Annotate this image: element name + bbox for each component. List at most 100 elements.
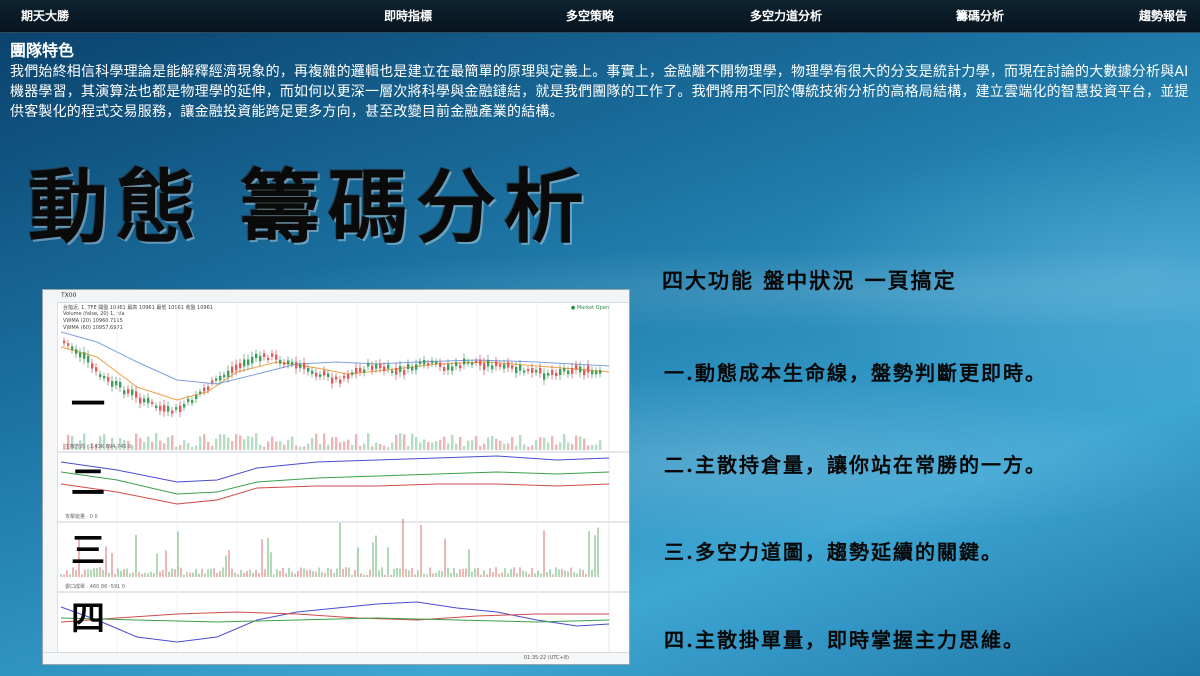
volume-bar: [447, 443, 450, 450]
volume-bar: [155, 433, 158, 450]
candle-body: [231, 366, 234, 374]
candle-body: [579, 366, 582, 373]
volume-bar: [263, 446, 266, 450]
candle-body: [563, 367, 566, 372]
volume-bar: [451, 434, 454, 450]
candle-body: [403, 370, 406, 375]
candle-body: [559, 369, 562, 376]
candle-body: [375, 364, 378, 369]
candle-body: [143, 398, 146, 403]
nav-brand-link[interactable]: 期天大勝: [21, 0, 69, 32]
volume-bar: [323, 433, 326, 450]
candle-body: [267, 357, 270, 361]
candle-body: [151, 401, 154, 404]
volume-bar: [487, 437, 490, 450]
candle-body: [283, 362, 286, 365]
candle-body: [447, 364, 450, 371]
candle-body: [327, 373, 330, 378]
chart-drawing-toolbar: [43, 302, 58, 652]
candle-body: [351, 372, 354, 375]
pane-numeral-2: 二: [71, 463, 105, 503]
candle-body: [263, 353, 266, 357]
candle-body: [359, 367, 362, 372]
candle-body: [255, 353, 258, 359]
candle-body: [223, 374, 226, 378]
volume-bar: [491, 435, 494, 450]
candle-body: [251, 356, 254, 364]
volume-bar: [191, 446, 194, 450]
candle-body: [111, 380, 114, 387]
candle-body: [127, 389, 130, 394]
volume-bar: [159, 440, 162, 450]
pane-label-main-retail-direction: 主散方向 · 1.43K 694 745 0: [65, 444, 132, 450]
nav-item-realtime-indicators[interactable]: 即時指標: [384, 0, 432, 32]
candle-body: [259, 355, 262, 362]
volume-bar: [171, 435, 174, 450]
candle-body: [467, 361, 470, 364]
volume-bar: [575, 435, 578, 450]
candle-body: [347, 374, 350, 379]
volume-bar: [239, 435, 242, 450]
pane-numeral-3: 三: [71, 531, 105, 571]
candle-body: [383, 366, 386, 371]
candle-body: [139, 397, 142, 404]
candle-body: [491, 365, 494, 370]
candle-body: [463, 358, 466, 365]
volume-bar: [307, 443, 310, 450]
nav-item-long-short-strategy[interactable]: 多空策略: [566, 0, 614, 32]
candle-body: [179, 405, 182, 412]
volume-bar: [363, 443, 366, 450]
candle-body: [487, 359, 490, 367]
volume-bar: [303, 446, 306, 450]
team-features-heading: 團隊特色: [10, 41, 75, 60]
candle-body: [539, 367, 542, 374]
candle-body: [395, 367, 398, 375]
candle-body: [187, 398, 190, 402]
candle-body: [191, 400, 194, 403]
volume-bar: [499, 440, 502, 450]
candle-body: [455, 362, 458, 367]
volume-bar: [143, 441, 146, 450]
volume-bar: [419, 442, 422, 450]
volume-bar: [291, 436, 294, 450]
candle-body: [303, 362, 306, 370]
candle-body: [583, 369, 586, 376]
candle-body: [243, 359, 246, 367]
volume-bar: [135, 433, 138, 450]
candle-body: [71, 346, 74, 350]
candle-body: [595, 370, 598, 375]
nav-item-force-analysis[interactable]: 多空力道分析: [750, 0, 822, 32]
volume-bar: [531, 445, 534, 450]
candle-body: [371, 365, 374, 371]
volume-bar: [167, 437, 170, 450]
volume-bar: [395, 434, 398, 450]
candle-body: [407, 363, 410, 369]
candle-body: [483, 363, 486, 370]
volume-bar: [255, 433, 258, 450]
candle-body: [547, 373, 550, 376]
volume-bar: [475, 435, 478, 450]
candle-body: [91, 363, 94, 369]
candle-body: [67, 343, 70, 346]
candle-body: [219, 375, 222, 381]
candle-body: [435, 361, 438, 365]
nav-item-chip-analysis[interactable]: 籌碼分析: [956, 0, 1004, 32]
candle-body: [571, 367, 574, 374]
volume-bar: [435, 441, 438, 450]
candle-body: [399, 365, 402, 373]
candle-body: [247, 359, 250, 366]
nav-item-trend-report[interactable]: 趨勢報告: [1139, 0, 1187, 32]
volume-bar: [199, 436, 202, 450]
candle-body: [115, 381, 118, 386]
volume-bar: [243, 439, 246, 450]
volume-bar: [467, 440, 470, 450]
candle-body: [147, 397, 150, 404]
candle-body: [423, 359, 426, 365]
candle-body: [203, 387, 206, 392]
candle-body: [271, 353, 274, 357]
feature-item-4: 四.主散掛單量，即時掌握主力思維。: [664, 628, 1025, 652]
candle-body: [99, 374, 102, 377]
candle-body: [163, 405, 166, 412]
volume-bar: [339, 442, 342, 450]
candle-body: [135, 391, 138, 398]
